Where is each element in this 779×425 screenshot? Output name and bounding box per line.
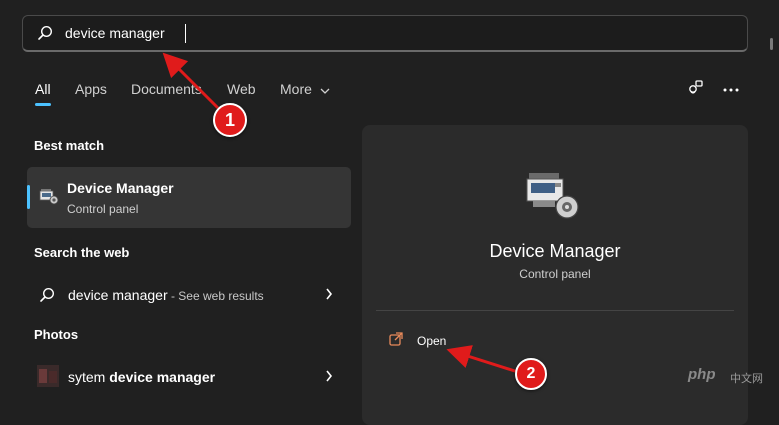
annotation-badge-2: 2 (515, 358, 547, 390)
watermark-logo: php (688, 366, 716, 383)
annotation-badge-1: 1 (213, 103, 247, 137)
annotation-arrow-2 (446, 345, 519, 374)
annotation-arrows (162, 52, 519, 374)
watermark-sub: 中文网 (730, 373, 763, 385)
annotation-arrow-1 (162, 52, 220, 110)
